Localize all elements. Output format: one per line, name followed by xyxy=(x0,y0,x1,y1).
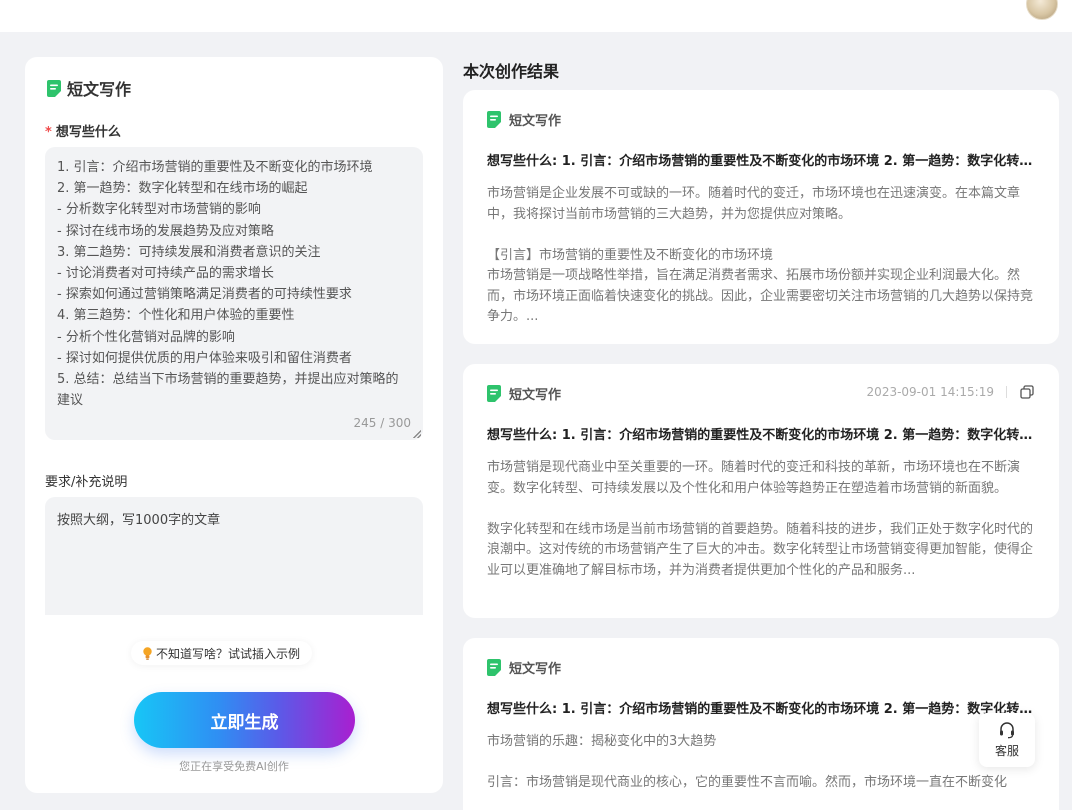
outline-line: 1. 引言：介绍市场营销的重要性及不断变化的市场环境 xyxy=(57,160,373,175)
input-panel: 短文写作 * 想写些什么 1. 引言：介绍市场营销的重要性及不断变化的市场环境 2… xyxy=(25,57,443,793)
card-paragraph: 市场营销是一项战略性举措，旨在满足消费者需求、拓展市场份额并实现企业利润最大化。… xyxy=(487,268,1034,324)
customer-service-button[interactable]: 客服 xyxy=(979,713,1035,767)
free-note: 您正在享受免费AI创作 xyxy=(179,760,289,773)
bulb-icon xyxy=(143,646,152,660)
topic-textarea[interactable]: 1. 引言：介绍市场营销的重要性及不断变化的市场环境 2. 第一趋势：数字化转型… xyxy=(45,147,423,440)
doc-icon xyxy=(487,385,501,402)
copy-icon[interactable] xyxy=(1019,384,1035,400)
outline-line: - 讨论消费者对可持续产品的需求增长 xyxy=(57,266,274,282)
panel-title: 短文写作 xyxy=(67,80,132,99)
card-content[interactable]: 市场营销是企业发展不可或缺的一环。随着时代的变迁，市场环境也在迅速演变。在本篇文… xyxy=(487,184,1035,328)
hint-text: 不知道写啥？试试插入示例 xyxy=(156,646,301,661)
outline-line: - 探索如何通过营销策略满足消费者的可持续性要求 xyxy=(57,287,352,303)
outline-line: 4. 第三趋势：个性化和用户体验的重要性 xyxy=(57,308,295,324)
result-card: 短文写作 2023-09-01 14:15:19 想写些什么: 1. 引言：介绍… xyxy=(463,364,1059,618)
card-question: 想写些什么: 1. 引言：介绍市场营销的重要性及不断变化的市场环境 2. 第一趋… xyxy=(487,154,1035,169)
requirements-label: 要求/补充说明 xyxy=(45,475,128,490)
resize-handle[interactable] xyxy=(413,430,421,438)
char-counter: 245 / 300 xyxy=(353,416,411,430)
outline-line: - 分析数字化转型对市场营销的影响 xyxy=(57,202,261,218)
meta-divider xyxy=(1006,386,1007,398)
doc-icon xyxy=(487,111,501,128)
card-paragraph: 市场营销是企业发展不可或缺的一环。随着时代的变迁，市场环境也在迅速演变。在本篇文… xyxy=(487,186,1021,222)
topic-label: * 想写些什么 xyxy=(45,121,121,140)
card-header: 短文写作 xyxy=(487,110,561,129)
top-bar xyxy=(0,0,1072,32)
outline-line: - 探讨在线市场的发展趋势及应对策略 xyxy=(57,223,274,239)
panel-header: 短文写作 xyxy=(47,77,131,99)
requirements-value: 按照大纲，写1000字的文章 xyxy=(57,513,221,528)
doc-icon xyxy=(487,659,501,676)
outline-line: - 探讨如何提供优质的用户体验来吸引和留住消费者 xyxy=(57,350,352,366)
card-paragraph: 市场营销的乐趣：揭秘变化中的3大趋势 xyxy=(487,734,717,749)
user-avatar[interactable] xyxy=(1026,0,1058,20)
outline-line: - 分析个性化营销对品牌的影响 xyxy=(57,329,235,345)
card-content[interactable]: 市场营销的乐趣：揭秘变化中的3大趋势 引言：市场营销是现代商业的核心，它的重要性… xyxy=(487,732,1035,794)
card-meta: 2023-09-01 14:15:19 xyxy=(867,384,1035,400)
requirements-textarea[interactable]: 按照大纲，写1000字的文章 xyxy=(45,497,423,615)
card-type: 短文写作 xyxy=(509,662,562,677)
card-header: 短文写作 xyxy=(487,658,561,677)
headset-icon xyxy=(1000,722,1014,739)
card-header: 短文写作 xyxy=(487,384,561,403)
card-type: 短文写作 xyxy=(509,388,562,403)
result-card: 短文写作 想写些什么: 1. 引言：介绍市场营销的重要性及不断变化的市场环境 2… xyxy=(463,90,1059,344)
card-question: 想写些什么: 1. 引言：介绍市场营销的重要性及不断变化的市场环境 2. 第一趋… xyxy=(487,428,1035,443)
card-type: 短文写作 xyxy=(509,114,562,129)
service-label: 客服 xyxy=(994,744,1019,758)
required-mark: * xyxy=(45,125,52,140)
card-paragraph: 引言：市场营销是现代商业的核心，它的重要性不言而喻。然而，市场环境一直在不断变化 xyxy=(487,775,1008,790)
outline-line: 2. 第一趋势：数字化转型和在线市场的崛起 xyxy=(57,181,308,197)
results-title: 本次创作结果 xyxy=(463,62,560,81)
doc-icon xyxy=(47,79,61,97)
card-paragraph: 市场营销是现代商业中至关重要的一环。随着时代的变迁和科技的革新，市场环境也在不断… xyxy=(487,460,1021,496)
outline-line: 5. 总结：总结当下市场营销的重要趋势，并提出应对策略的建议 xyxy=(57,372,399,409)
generate-button[interactable]: 立即生成 xyxy=(134,692,355,748)
result-card: 短文写作 想写些什么: 1. 引言：介绍市场营销的重要性及不断变化的市场环境 2… xyxy=(463,638,1059,810)
card-question: 想写些什么: 1. 引言：介绍市场营销的重要性及不断变化的市场环境 2. 第一趋… xyxy=(487,702,1035,717)
card-paragraph: 【引言】市场营销的重要性及不断变化的市场环境 xyxy=(487,247,774,263)
card-timestamp: 2023-09-01 14:15:19 xyxy=(866,385,994,399)
topic-label-text: 想写些什么 xyxy=(55,125,121,140)
outline-line: 3. 第二趋势：可持续发展和消费者意识的关注 xyxy=(57,244,321,260)
card-content[interactable]: 市场营销是现代商业中至关重要的一环。随着时代的变迁和科技的革新，市场环境也在不断… xyxy=(487,458,1035,581)
card-paragraph: 数字化转型和在线市场是当前市场营销的首要趋势。随着科技的进步，我们正处于数字化时… xyxy=(487,521,1034,578)
insert-example-link[interactable]: 不知道写啥？试试插入示例 xyxy=(131,641,313,665)
